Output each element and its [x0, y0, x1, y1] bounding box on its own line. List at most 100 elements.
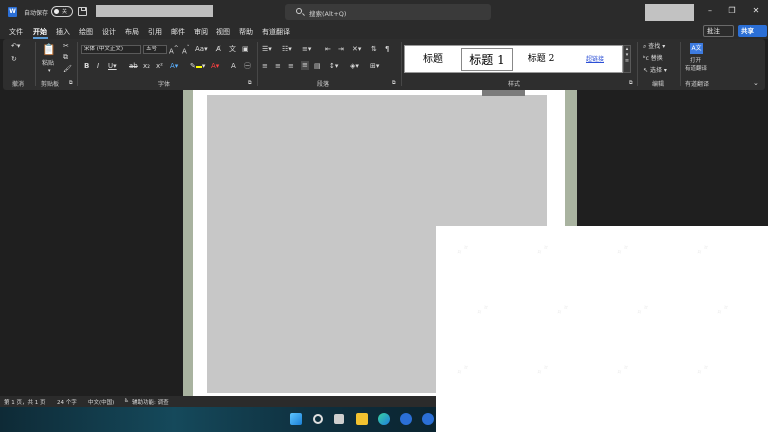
format-painter-icon[interactable]: 🖌: [63, 65, 72, 74]
edge-browser-icon[interactable]: [378, 413, 390, 425]
share-button[interactable]: 共享: [738, 25, 767, 37]
windows-taskbar: [0, 407, 436, 432]
justify-icon[interactable]: ≡: [301, 61, 309, 70]
save-icon[interactable]: [78, 7, 87, 16]
decrease-indent-icon[interactable]: ⇤: [325, 45, 331, 54]
bullets-icon[interactable]: ☰▾: [262, 45, 272, 54]
underline-icon[interactable]: U▾: [108, 62, 117, 71]
subscript-icon[interactable]: x₂: [143, 62, 150, 71]
align-right-icon[interactable]: ≡: [288, 62, 294, 71]
grow-font-icon[interactable]: A^: [169, 45, 179, 56]
tab-insert[interactable]: 插入: [56, 27, 70, 37]
select-button[interactable]: ↖ 选择 ▾: [643, 66, 667, 75]
sort-icon[interactable]: ⇅: [371, 45, 377, 54]
task-view-icon[interactable]: [334, 414, 344, 424]
tab-design[interactable]: 设计: [102, 27, 116, 37]
document-title-redacted: [96, 5, 213, 17]
redo-icon[interactable]: ↻: [11, 55, 17, 64]
find-icon: ⌕: [643, 43, 647, 50]
strikethrough-icon[interactable]: ab: [129, 62, 138, 71]
styles-launcher-icon[interactable]: ⧉: [629, 79, 633, 88]
font-size-dropdown[interactable]: 五号: [143, 45, 167, 54]
font-color-icon[interactable]: A▾: [211, 62, 219, 71]
paste-icon[interactable]: 📋: [42, 44, 56, 56]
clear-formatting-icon[interactable]: A̸: [216, 45, 221, 54]
find-button[interactable]: ⌕ 查找 ▾: [643, 42, 665, 51]
youdao-name-label[interactable]: 有道翻译: [685, 65, 707, 74]
tab-home[interactable]: 开始: [33, 27, 47, 37]
font-name-dropdown[interactable]: 宋体 (中文正文): [81, 45, 141, 54]
increase-indent-icon[interactable]: ⇥: [338, 45, 344, 54]
replace-button[interactable]: ᵇc 替换: [643, 54, 663, 63]
search-box[interactable]: 搜索(Alt+Q): [285, 4, 491, 20]
style-heading-2[interactable]: 标题 2: [515, 48, 567, 71]
minimize-button[interactable]: –: [704, 5, 716, 17]
tab-view[interactable]: 视图: [216, 27, 230, 37]
watermark-pattern: ✧ ✧: [614, 362, 631, 378]
comment-button[interactable]: 批注: [703, 25, 734, 37]
chinese-layout-icon[interactable]: ✕▾: [352, 45, 361, 54]
taskbar-search-icon[interactable]: [313, 414, 323, 424]
borders-icon[interactable]: ⊞▾: [370, 62, 379, 71]
styles-gallery-scroll[interactable]: ▴ ▾ ≡: [623, 45, 631, 73]
bold-icon[interactable]: B: [84, 62, 89, 71]
align-left-icon[interactable]: ≡: [262, 62, 268, 71]
translate-icon[interactable]: A文: [690, 43, 703, 54]
superscript-icon[interactable]: x²: [156, 62, 163, 71]
shrink-font-icon[interactable]: Aˇ: [182, 45, 190, 56]
tab-references[interactable]: 引用: [148, 27, 162, 37]
ribbon-tab-bar: 文件 开始 插入 绘图 设计 布局 引用 邮件 审阅 视图 帮助 有道翻译: [0, 24, 768, 39]
status-page[interactable]: 第 1 页，共 1 页: [4, 398, 46, 406]
numbering-icon[interactable]: ☷▾: [282, 45, 292, 54]
tab-help[interactable]: 帮助: [239, 27, 253, 37]
tab-file[interactable]: 文件: [9, 27, 23, 37]
app-icon-l-2[interactable]: [422, 413, 434, 425]
enclose-characters-icon[interactable]: ㊀: [244, 62, 251, 71]
close-button[interactable]: ✕: [750, 5, 762, 17]
character-border-icon[interactable]: ▣: [242, 45, 249, 54]
paste-dropdown-icon[interactable]: ▾: [48, 67, 51, 76]
phonetic-guide-icon[interactable]: 文: [229, 45, 236, 54]
autosave-toggle[interactable]: 关: [51, 6, 73, 17]
file-explorer-icon[interactable]: [356, 413, 368, 425]
watermark-pattern: ✧ ✧: [694, 362, 711, 378]
windows-start-icon[interactable]: [290, 413, 302, 425]
account-area-redacted[interactable]: [645, 4, 694, 21]
character-shading-icon[interactable]: A: [231, 62, 236, 71]
undo-icon[interactable]: ↶▾: [11, 42, 20, 51]
multilevel-list-icon[interactable]: ≡▾: [302, 45, 311, 54]
clipboard-launcher-icon[interactable]: ⧉: [69, 79, 73, 88]
text-effects-icon[interactable]: A▾: [170, 62, 178, 71]
tab-mailings[interactable]: 邮件: [171, 27, 185, 37]
align-center-icon[interactable]: ≡: [275, 62, 281, 71]
show-marks-icon[interactable]: ¶: [385, 45, 389, 54]
tab-review[interactable]: 审阅: [194, 27, 208, 37]
style-heading[interactable]: 标题: [407, 48, 459, 71]
change-case-icon[interactable]: Aa▾: [195, 45, 208, 54]
status-language[interactable]: 中文(中国): [88, 398, 114, 406]
watermark-pattern: ✧ ✧: [614, 242, 631, 258]
shading-icon[interactable]: ◈▾: [350, 62, 359, 71]
tab-youdao-translate[interactable]: 有道翻译: [262, 27, 290, 37]
status-accessibility[interactable]: 辅助功能: 调查: [132, 398, 169, 406]
style-heading-1[interactable]: 标题 1: [461, 48, 513, 71]
paragraph-launcher-icon[interactable]: ⧉: [392, 79, 396, 88]
cut-icon[interactable]: ✂: [63, 42, 69, 51]
distributed-icon[interactable]: ▤: [314, 62, 321, 71]
group-label-editing: 编辑: [652, 81, 665, 88]
tab-layout[interactable]: 布局: [125, 27, 139, 37]
app-icon-l[interactable]: [400, 413, 412, 425]
autosave-label: 自动保存: [24, 10, 49, 17]
toggle-knob: [54, 9, 59, 14]
italic-icon[interactable]: I: [97, 62, 99, 71]
tab-draw[interactable]: 绘图: [79, 27, 93, 37]
highlight-color-icon[interactable]: ✎ ▾: [190, 62, 205, 71]
status-word-count[interactable]: 24 个字: [57, 398, 77, 406]
watermark-pattern: ✧ ✧: [534, 362, 551, 378]
restore-button[interactable]: ❐: [726, 5, 738, 17]
font-launcher-icon[interactable]: ⧉: [248, 79, 252, 88]
style-hyperlink[interactable]: 超链接: [569, 48, 621, 71]
copy-icon[interactable]: ⧉: [63, 53, 68, 62]
line-spacing-icon[interactable]: ↕▾: [329, 62, 338, 71]
collapse-ribbon-icon[interactable]: ⌄: [753, 79, 759, 88]
